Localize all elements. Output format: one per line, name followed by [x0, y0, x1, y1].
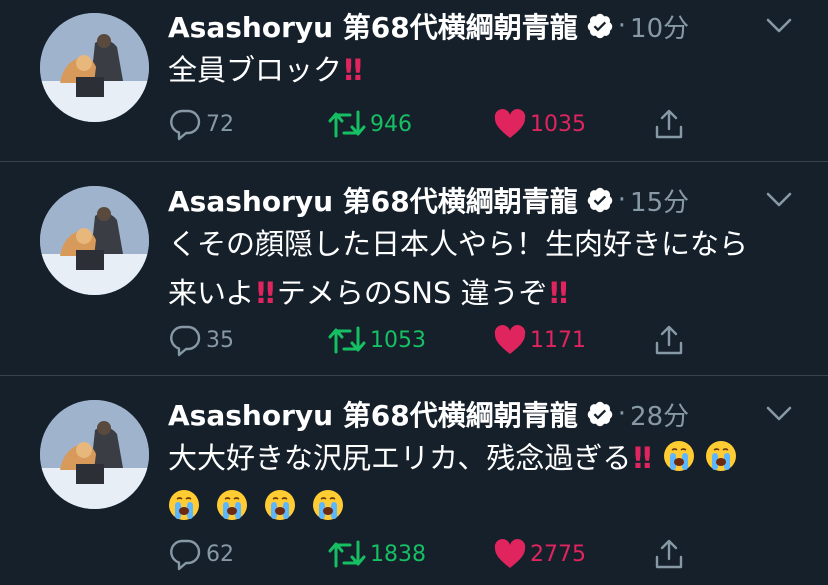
- tweet-actions: 62 1838 2775: [168, 536, 708, 572]
- crying-face-emoji: [663, 440, 695, 472]
- reply-button[interactable]: 35: [168, 322, 234, 358]
- avatar[interactable]: [40, 400, 149, 509]
- tweet-actions: 72 946 1035: [168, 106, 708, 142]
- reply-count: 35: [206, 327, 234, 353]
- double-exclamation-emoji: !!: [342, 53, 365, 87]
- tweet-text-line: 大大好きな沢尻エリカ、残念過ぎる!!: [168, 434, 747, 483]
- chevron-down-icon[interactable]: [766, 192, 792, 208]
- reply-button[interactable]: 62: [168, 536, 234, 572]
- timestamp[interactable]: 10分: [630, 8, 689, 45]
- like-icon: [494, 325, 526, 355]
- tweet-text: 大大好きな沢尻エリカ、残念過ぎる!!: [168, 434, 747, 532]
- tweet[interactable]: Asashoryu 第68代横綱朝青龍 · 28分 大大好きな沢尻エリカ、残念過…: [0, 376, 828, 585]
- like-button[interactable]: 2775: [494, 536, 586, 572]
- separator: ·: [617, 11, 627, 41]
- like-icon: [494, 109, 526, 139]
- separator: ·: [617, 399, 627, 429]
- crying-face-emoji: [312, 489, 344, 521]
- tweet-text-segment: 来いよ: [168, 276, 255, 310]
- retweet-button[interactable]: 1053: [328, 322, 426, 358]
- tweet-actions: 35 1053 1171: [168, 322, 708, 358]
- share-icon: [654, 108, 684, 140]
- like-count: 1035: [530, 111, 586, 137]
- retweet-button[interactable]: 1838: [328, 536, 426, 572]
- share-button[interactable]: [654, 106, 688, 142]
- double-exclamation-emoji: !!: [547, 276, 571, 310]
- tweet-text-segment: テメらのSNS 違うぞ: [276, 276, 548, 310]
- tweet-text-segment: 大大好きな沢尻エリカ、残念過ぎる: [168, 441, 632, 475]
- share-icon: [654, 538, 684, 570]
- retweet-count: 1053: [370, 327, 426, 353]
- like-count: 2775: [530, 541, 586, 567]
- tweet-text-line: 来いよ!! テメらのSNS 違うぞ!!: [168, 269, 748, 318]
- retweet-count: 946: [370, 111, 412, 137]
- share-button[interactable]: [654, 322, 688, 358]
- tweet-text-line: 全員ブロック: [168, 53, 343, 87]
- crying-face-emoji: [264, 489, 296, 521]
- like-icon: [494, 539, 526, 569]
- retweet-icon: [328, 108, 366, 140]
- verified-icon: [586, 186, 614, 214]
- retweet-count: 1838: [370, 541, 426, 567]
- display-name[interactable]: Asashoryu 第68代横綱朝青龍: [168, 394, 578, 434]
- retweet-button[interactable]: 946: [328, 106, 412, 142]
- double-exclamation-emoji: !!: [631, 441, 654, 475]
- reply-icon: [168, 537, 202, 571]
- like-button[interactable]: 1171: [494, 322, 586, 358]
- chevron-down-icon[interactable]: [766, 406, 792, 422]
- avatar[interactable]: [40, 186, 149, 295]
- like-count: 1171: [530, 327, 586, 353]
- crying-face-emoji: [216, 489, 248, 521]
- timestamp[interactable]: 28分: [630, 396, 689, 433]
- retweet-icon: [328, 324, 366, 356]
- share-icon: [654, 324, 684, 356]
- avatar[interactable]: [40, 13, 149, 122]
- retweet-icon: [328, 538, 366, 570]
- reply-icon: [168, 107, 202, 141]
- verified-icon: [586, 400, 614, 428]
- reply-button[interactable]: 72: [168, 106, 234, 142]
- reply-count: 72: [206, 111, 234, 137]
- like-button[interactable]: 1035: [494, 106, 586, 142]
- reply-icon: [168, 323, 202, 357]
- verified-icon: [586, 12, 614, 40]
- tweet[interactable]: Asashoryu 第68代横綱朝青龍 · 10分 全員ブロック!! 72 94…: [0, 0, 828, 162]
- reply-count: 62: [206, 541, 234, 567]
- timestamp[interactable]: 15分: [630, 182, 689, 219]
- crying-face-emoji: [168, 489, 200, 521]
- display-name[interactable]: Asashoryu 第68代横綱朝青龍: [168, 180, 578, 220]
- share-button[interactable]: [654, 536, 688, 572]
- double-exclamation-emoji: !!: [254, 276, 277, 310]
- tweet-text-line: [168, 483, 747, 532]
- chevron-down-icon[interactable]: [766, 18, 792, 34]
- tweet-text: くその顔隠した日本人やら！生肉好きになら 来いよ!! テメらのSNS 違うぞ!!: [168, 220, 748, 318]
- tweet[interactable]: Asashoryu 第68代横綱朝青龍 · 15分 くその顔隠した日本人やら！生…: [0, 162, 828, 376]
- crying-face-emoji: [705, 440, 737, 472]
- tweet-text: 全員ブロック!!: [168, 46, 365, 95]
- display-name[interactable]: Asashoryu 第68代横綱朝青龍: [168, 6, 578, 46]
- separator: ·: [617, 185, 627, 215]
- tweet-text-line: くその顔隠した日本人やら！生肉好きになら: [168, 227, 749, 261]
